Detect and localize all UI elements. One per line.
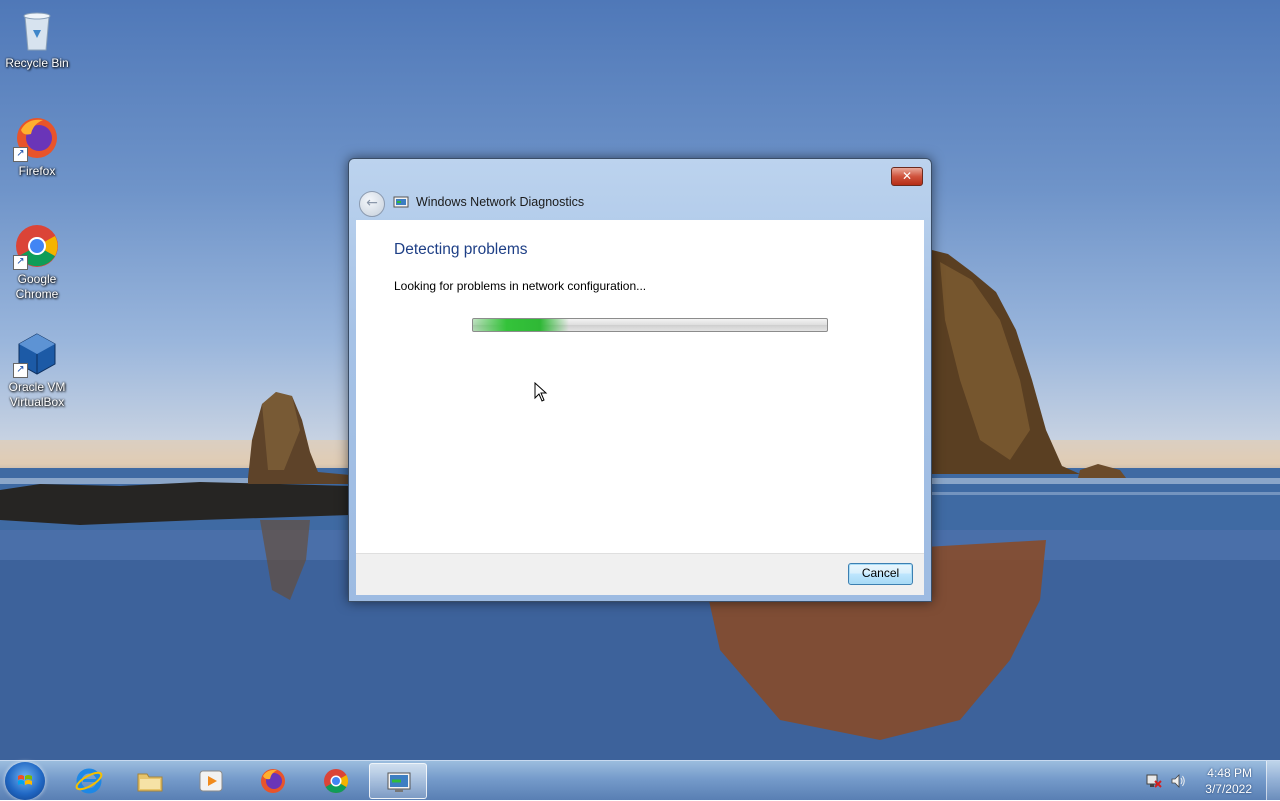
progress-bar [472,318,828,332]
desktop-icon-chrome[interactable]: ↗ Google Chrome [0,222,74,302]
clock-date[interactable]: 3/7/2022 [1205,782,1252,796]
dialog-content: Detecting problems Looking for problems … [356,220,924,554]
firefox-icon [261,769,285,793]
taskbar-windows-explorer[interactable] [121,763,179,799]
dialog-footer: Cancel [356,554,924,595]
back-arrow-icon[interactable]: ← [359,191,385,217]
network-diagnostics-icon [387,772,411,792]
dialog-title: Windows Network Diagnostics [416,195,585,209]
virtualbox-icon: ↗ [13,330,61,378]
status-text: Looking for problems in network configur… [394,279,647,293]
recycle-bin-icon [13,6,61,54]
desktop-icon-firefox[interactable]: ↗ Firefox [0,114,74,179]
show-desktop-button[interactable] [1266,761,1280,801]
taskbar-internet-explorer[interactable] [60,763,118,799]
taskbar-media-player[interactable] [182,763,240,799]
taskbar-chrome[interactable] [307,763,365,799]
firefox-icon: ↗ [13,114,61,162]
start-button[interactable] [5,762,45,800]
shortcut-arrow-icon: ↗ [13,147,28,162]
taskbar: 4:48 PM 3/7/2022 [0,760,1280,801]
windows-logo-icon [18,775,32,785]
taskbar-network-diagnostics[interactable] [369,763,427,799]
progress-fill [473,319,569,331]
network-diagnostics-icon [393,196,409,208]
volume-icon[interactable] [1170,773,1186,789]
internet-explorer-icon [75,768,103,794]
shortcut-arrow-icon: ↗ [13,255,28,270]
page-heading: Detecting problems [394,241,528,258]
desktop-icon-label: Oracle VM VirtualBox [8,380,66,409]
system-tray: 4:48 PM 3/7/2022 [1140,761,1280,801]
chrome-icon: ↗ [13,222,61,270]
media-player-icon [199,770,223,792]
desktop-icon-virtualbox[interactable]: ↗ Oracle VM VirtualBox [0,330,74,410]
chrome-icon [324,769,349,794]
clock-time[interactable]: 4:48 PM [1207,766,1252,780]
folder-icon [137,773,163,792]
desktop-icon-label: Firefox [18,164,56,178]
mouse-cursor-icon [534,382,548,402]
taskbar-firefox[interactable] [244,763,302,799]
network-diagnostics-dialog: ✕ ← Windows Network Diagnostics Detectin… [348,158,932,602]
desktop-icon-label: Recycle Bin [5,56,69,70]
network-warning-icon[interactable] [1146,773,1162,789]
close-button[interactable]: ✕ [891,167,923,186]
cancel-button[interactable]: Cancel [848,563,913,585]
desktop-icon-label: Google Chrome [15,272,59,301]
desktop-icon-recycle-bin[interactable]: Recycle Bin [0,6,74,71]
shortcut-arrow-icon: ↗ [13,363,28,378]
